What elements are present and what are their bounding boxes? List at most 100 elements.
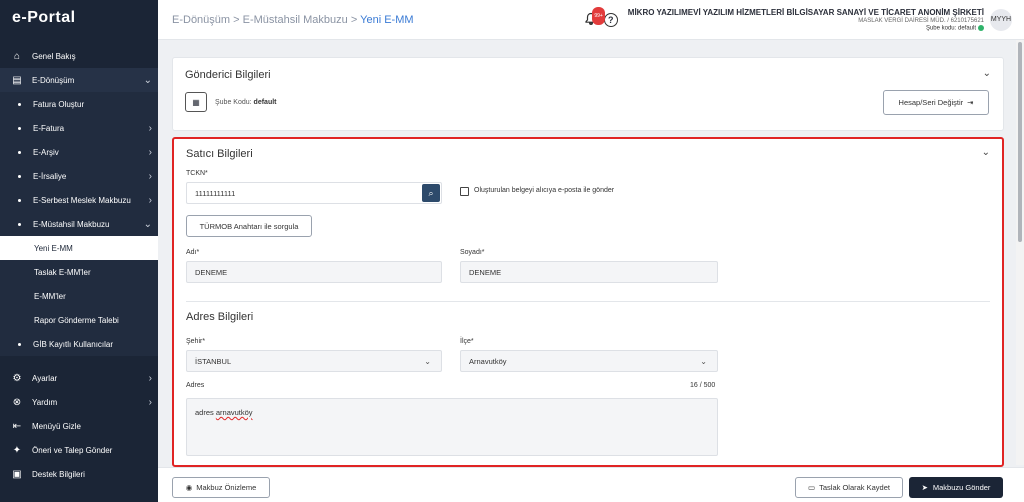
sidebar-item-e-serbest-meslek[interactable]: E-Serbest Meslek Makbuzu › bbox=[0, 188, 158, 212]
change-account-button[interactable]: Hesap/Seri Değiştir ⇥ bbox=[883, 90, 989, 115]
header-icons: 99+ ? bbox=[584, 6, 618, 28]
scrollbar[interactable] bbox=[1016, 40, 1024, 465]
breadcrumb-current: Yeni E-MM bbox=[360, 13, 414, 26]
help-circle-icon: ⊗ bbox=[12, 396, 22, 408]
save-icon: ▭ bbox=[808, 483, 816, 492]
name-label: Adı* bbox=[186, 249, 200, 256]
sidebar-item-destek[interactable]: ▣ Destek Bilgileri bbox=[0, 462, 158, 486]
avatar[interactable]: MYYH bbox=[990, 8, 1012, 31]
sidebar-item-e-irsaliye[interactable]: E-İrsaliye › bbox=[0, 164, 158, 188]
sidebar-item-e-donusum[interactable]: ▤ E-Dönüşüm ⌄ bbox=[0, 68, 158, 92]
sidebar-item-label: Taslak E-MM'ler bbox=[34, 267, 91, 277]
address-text: adres arnavutköy bbox=[195, 408, 253, 417]
tax-office: MASLAK VERGİ DAİRESİ MÜD. / 6210175621 bbox=[858, 17, 984, 24]
city-value: İSTANBUL bbox=[195, 356, 232, 366]
sidebar-item-label: Destek Bilgileri bbox=[32, 469, 85, 479]
bullet-icon bbox=[18, 222, 21, 226]
bullet-icon bbox=[18, 102, 21, 106]
district-value: Arnavutköy bbox=[469, 356, 507, 366]
sidebar-item-label: E-Fatura bbox=[33, 123, 65, 133]
building-icon: ▦ bbox=[185, 92, 207, 112]
name-input[interactable]: DENEME bbox=[186, 261, 442, 283]
sidebar-item-e-fatura[interactable]: E-Fatura › bbox=[0, 116, 158, 140]
gear-icon: ⚙ bbox=[12, 372, 22, 384]
home-icon: ⌂ bbox=[13, 50, 21, 62]
chevron-down-icon: ⌄ bbox=[143, 74, 152, 86]
chevron-right-icon: › bbox=[148, 372, 152, 384]
save-draft-label: Taslak Olarak Kaydet bbox=[819, 483, 890, 492]
chevron-down-icon[interactable]: ⌄ bbox=[982, 147, 990, 158]
sidebar-item-label: Yeni E-MM bbox=[34, 243, 73, 253]
sidebar-item-label: E-Müstahsil Makbuzu bbox=[33, 219, 110, 229]
sidebar-item-rapor-gonderme[interactable]: Rapor Gönderme Talebi bbox=[0, 308, 158, 332]
sidebar-item-oneri-talep[interactable]: ✦ Öneri ve Talep Gönder bbox=[0, 438, 158, 462]
send-receipt-label: Makbuzu Gönder bbox=[932, 483, 991, 492]
branch-code: Şube kodu: default bbox=[925, 25, 976, 32]
status-ok-icon bbox=[978, 24, 984, 31]
collapse-menu-icon: ⇤ bbox=[12, 420, 22, 432]
turmob-query-button[interactable]: TÜRMOB Anahtarı ile sorgula bbox=[186, 215, 312, 237]
sidebar-item-taslak-emm[interactable]: Taslak E-MM'ler bbox=[0, 260, 158, 284]
sidebar-item-e-arsiv[interactable]: E-Arşiv › bbox=[0, 140, 158, 164]
notification-badge: 99+ bbox=[592, 6, 605, 25]
city-select[interactable]: İSTANBUL ⌄ bbox=[186, 350, 442, 372]
sidebar-item-menuyu-gizle[interactable]: ⇤ Menüyü Gizle bbox=[0, 414, 158, 438]
action-footer: ◉ Makbuz Önizleme ▭ Taslak Olarak Kaydet… bbox=[158, 467, 1024, 502]
seller-card-title: Satıcı Bilgileri bbox=[186, 148, 253, 160]
scrollbar-thumb[interactable] bbox=[1018, 42, 1022, 242]
eye-icon: ◉ bbox=[185, 483, 193, 492]
chevron-down-icon: ⌄ bbox=[143, 218, 152, 230]
breadcrumb-item-e-mustahsil[interactable]: E-Müstahsil Makbuzu bbox=[243, 14, 348, 26]
send-receipt-button[interactable]: ➤ Makbuzu Gönder bbox=[909, 477, 1003, 498]
surname-label: Soyadı* bbox=[460, 249, 485, 256]
address-section-title: Adres Bilgileri bbox=[186, 311, 254, 323]
branch-value: default bbox=[253, 99, 277, 106]
district-select[interactable]: Arnavutköy ⌄ bbox=[460, 350, 718, 372]
sidebar-item-genel-bakis[interactable]: ⌂ Genel Bakış bbox=[0, 44, 158, 68]
city-label: Şehir* bbox=[186, 338, 206, 345]
sidebar-item-fatura-olustur[interactable]: Fatura Oluştur bbox=[0, 92, 158, 116]
seller-info-card: Satıcı Bilgileri ⌄ TCKN* 11111111111 ⌕ O… bbox=[172, 137, 1004, 467]
chevron-right-icon: › bbox=[148, 170, 152, 182]
company-name: MİKRO YAZILIMEVİ YAZILIM HİZMETLERİ BİLG… bbox=[627, 7, 984, 17]
breadcrumb-separator: > bbox=[347, 13, 361, 26]
address-text-plain: adres bbox=[195, 408, 216, 417]
branch-status: Şube kodu: default bbox=[628, 24, 984, 32]
app-logo[interactable]: e-Portal bbox=[0, 0, 158, 36]
sidebar-item-label: E-Arşiv bbox=[33, 147, 59, 157]
tckn-input[interactable]: 11111111111 bbox=[186, 182, 442, 204]
surname-input[interactable]: DENEME bbox=[460, 261, 718, 283]
search-icon[interactable]: ⌕ bbox=[422, 184, 440, 202]
email-checkbox[interactable] bbox=[460, 187, 469, 196]
breadcrumb-item-e-donusum[interactable]: E-Dönüşüm bbox=[172, 14, 230, 26]
save-draft-button[interactable]: ▭ Taslak Olarak Kaydet bbox=[795, 477, 903, 498]
address-textarea[interactable]: adres arnavutköy bbox=[186, 398, 718, 456]
sidebar-item-emm-list[interactable]: E-MM'ler bbox=[0, 284, 158, 308]
question-icon[interactable]: ? bbox=[603, 12, 618, 27]
sidebar-item-label: Rapor Gönderme Talebi bbox=[34, 315, 119, 325]
preview-button[interactable]: ◉ Makbuz Önizleme bbox=[172, 477, 270, 498]
chevron-down-icon[interactable]: ⌄ bbox=[983, 68, 991, 79]
sidebar-item-ayarlar[interactable]: ⚙ Ayarlar › bbox=[0, 366, 158, 390]
chevron-right-icon: › bbox=[148, 396, 152, 408]
sidebar-item-e-mustahsil[interactable]: E-Müstahsil Makbuzu ⌄ bbox=[0, 212, 158, 236]
sidebar-item-label: E-İrsaliye bbox=[33, 171, 67, 181]
turmob-query-label: TÜRMOB Anahtarı ile sorgula bbox=[199, 221, 299, 231]
bell-icon[interactable]: 99+ bbox=[584, 6, 605, 28]
sidebar-item-yeni-emm[interactable]: Yeni E-MM bbox=[0, 236, 158, 260]
exit-icon: ⇥ bbox=[967, 98, 974, 107]
district-label: İlçe* bbox=[460, 338, 474, 345]
address-char-counter: 16 / 500 bbox=[690, 382, 716, 389]
top-header: E-Dönüşüm > E-Müstahsil Makbuzu > Yeni E… bbox=[158, 0, 1024, 40]
sidebar-item-label: GİB Kayıtlı Kullanıcılar bbox=[33, 339, 114, 349]
chevron-right-icon: › bbox=[148, 146, 152, 158]
sender-card-title: Gönderici Bilgileri bbox=[185, 69, 271, 81]
chevron-down-icon: ⌄ bbox=[700, 356, 707, 366]
breadcrumb-separator: > bbox=[230, 13, 243, 26]
sidebar-item-gib-kayitli[interactable]: GİB Kayıtlı Kullanıcılar bbox=[0, 332, 158, 356]
preview-button-label: Makbuz Önizleme bbox=[196, 483, 257, 492]
sidebar-item-yardim[interactable]: ⊗ Yardım › bbox=[0, 390, 158, 414]
branch-info: Şube Kodu: default bbox=[215, 99, 277, 106]
sidebar-item-label: E-Serbest Meslek Makbuzu bbox=[33, 195, 131, 205]
